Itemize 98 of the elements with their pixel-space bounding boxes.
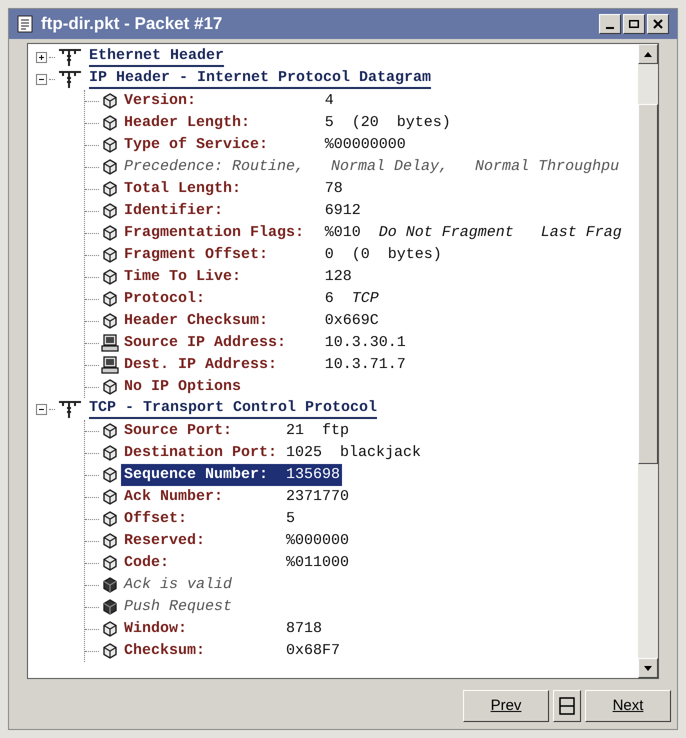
field-value: 128: [324, 266, 352, 287]
maximize-button[interactable]: [623, 14, 645, 34]
section-header[interactable]: Ethernet Header: [89, 47, 224, 67]
field-value: 10.3.71.7: [324, 354, 406, 375]
up-arrow-icon: [644, 52, 652, 56]
field-label: Protocol:: [124, 288, 206, 309]
cube-icon: [103, 423, 117, 439]
field-value: 5: [286, 508, 296, 529]
field-value: 0 (0 bytes): [324, 244, 442, 265]
cube-icon: [103, 269, 117, 285]
field-label: Fragment Offset:: [124, 244, 270, 265]
collapse-icon[interactable]: [36, 404, 47, 414]
field-value: 21 ftp: [286, 420, 350, 441]
cube-icon: [103, 225, 117, 241]
field-value: 6 TCP: [324, 288, 379, 309]
cube-icon: [103, 137, 117, 153]
field-label: Version:: [124, 90, 198, 111]
expand-icon[interactable]: [36, 52, 47, 62]
cube-icon: [103, 577, 117, 593]
field-value: %000000: [286, 530, 350, 551]
connector-icon: [57, 398, 83, 420]
collapse-icon[interactable]: [36, 74, 47, 84]
cube-icon: [103, 621, 117, 637]
field-label: Type of Service:: [124, 134, 270, 155]
cube-icon: [103, 533, 117, 549]
field-label: Destination Port:: [124, 442, 278, 463]
cube-icon: [103, 181, 117, 197]
section-header[interactable]: IP Header - Internet Protocol Datagram: [89, 69, 432, 89]
cube-icon: [103, 203, 117, 219]
field-label: Total Length:: [124, 178, 242, 199]
field-label: Header Checksum:: [124, 310, 270, 331]
document-icon: [17, 15, 33, 33]
cube-icon: [103, 291, 117, 307]
prev-button[interactable]: Prev: [463, 690, 549, 722]
down-arrow-icon: [644, 666, 652, 670]
scroll-up-button[interactable]: [638, 44, 658, 64]
field-value: 10.3.30.1: [324, 332, 406, 353]
field-label: Identifier:: [124, 200, 224, 221]
scroll-down-button[interactable]: [638, 658, 658, 678]
scroll-thumb[interactable]: [638, 104, 658, 464]
field-label: Source IP Address:: [124, 332, 288, 353]
minimize-button[interactable]: [599, 14, 621, 34]
field-value: %011000: [286, 552, 350, 573]
field-value: %00000000: [324, 134, 406, 155]
field-value: 2371770: [286, 486, 350, 507]
section-header[interactable]: TCP - Transport Control Protocol: [89, 399, 378, 419]
connector-icon: [57, 46, 83, 68]
cube-icon: [103, 599, 117, 615]
split-view-button[interactable]: [553, 690, 581, 722]
cube-icon: [103, 489, 117, 505]
field-label: Reserved:: [124, 530, 206, 551]
field-value: 5 (20 bytes): [324, 112, 451, 133]
split-view-icon: [559, 697, 575, 715]
close-icon: [653, 19, 663, 29]
next-button[interactable]: Next: [585, 690, 671, 722]
field-label: Ack Number:: [124, 486, 224, 507]
field-label: Fragmentation Flags:: [124, 222, 306, 243]
field-label: Sequence Number:: [124, 464, 270, 485]
connector-icon: [57, 68, 83, 90]
close-button[interactable]: [647, 14, 669, 34]
field-note: Ack is valid: [124, 574, 232, 595]
computer-icon: [101, 334, 119, 352]
field-label: Dest. IP Address:: [124, 354, 278, 375]
cube-icon: [103, 511, 117, 527]
field-note: Push Request: [124, 596, 232, 617]
cube-icon: [103, 643, 117, 659]
field-value: 1025 blackjack: [286, 442, 422, 463]
cube-icon: [103, 115, 117, 131]
field-label: Code:: [124, 552, 170, 573]
field-label: Time To Live:: [124, 266, 242, 287]
field-value: 78: [324, 178, 343, 199]
field-label: Offset:: [124, 508, 188, 529]
cube-icon: [103, 159, 117, 175]
field-label: Header Length:: [124, 112, 252, 133]
cube-icon: [103, 379, 117, 395]
field-label: Window:: [124, 618, 188, 639]
field-value: 0x669C: [324, 310, 379, 331]
cube-icon: [103, 93, 117, 109]
minimize-icon: [606, 26, 614, 28]
field-value: 6912: [324, 200, 361, 221]
field-value: 8718: [286, 618, 322, 639]
field-value: 0x68F7: [286, 640, 340, 661]
computer-icon: [101, 356, 119, 374]
field-note: Precedence: Routine, Normal Delay, Normal Throughpu: [124, 156, 620, 177]
cube-icon: [103, 555, 117, 571]
cube-icon: [103, 247, 117, 263]
field-value: 4: [324, 90, 334, 111]
cube-icon: [103, 313, 117, 329]
window-title: ftp-dir.pkt - Packet #17: [41, 13, 224, 36]
field-label: No IP Options: [124, 376, 242, 397]
cube-icon: [103, 467, 117, 483]
field-label: Checksum:: [124, 640, 206, 661]
field-value: %010 Do Not Fragment Last Frag: [324, 222, 622, 243]
field-label: Source Port:: [124, 420, 234, 441]
cube-icon: [103, 445, 117, 461]
scrollbar[interactable]: [638, 44, 658, 678]
maximize-icon: [629, 20, 639, 28]
field-value: 135698: [286, 464, 340, 485]
